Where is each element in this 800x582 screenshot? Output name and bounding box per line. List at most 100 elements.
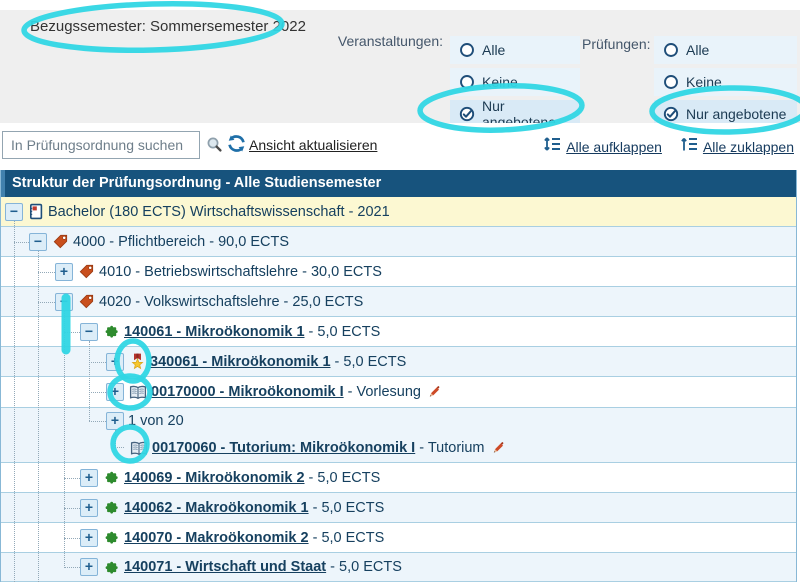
tree-node-line: +340061 - Mikroökonomik 1 - 5,0 ECTS (1, 347, 796, 376)
expand-node-button[interactable]: + (80, 499, 98, 517)
tree-node-line: −4000 - Pflichtbereich - 90,0 ECTS (1, 227, 796, 256)
tag-icon (78, 263, 95, 280)
tree-guide-line (64, 538, 80, 539)
collapse-node-button[interactable]: − (5, 203, 23, 221)
tree-row: +1 von 2000170060 - Tutorium: Mikroökono… (1, 408, 796, 463)
expand-node-button[interactable]: + (55, 263, 73, 281)
tree-node-suffix: - Tutorium (415, 440, 484, 456)
toolbar: Ansicht aktualisieren Alle aufklappen Al… (0, 123, 800, 170)
medal-icon (129, 353, 146, 371)
collapse-all-link[interactable]: Alle zuklappen (680, 136, 794, 157)
tree-node-line: +140071 - Wirtschaft und Staat - 5,0 ECT… (1, 553, 796, 581)
veranstaltungen-radio-group: AlleKeineNur angebotene (450, 36, 580, 128)
search-input[interactable] (2, 131, 200, 159)
expand-node-button[interactable]: + (80, 558, 98, 576)
tree-node-link[interactable]: 140062 - Makroökonomik 1 (124, 500, 309, 516)
collapse-node-button[interactable]: − (80, 323, 98, 341)
radio-option-keine[interactable]: Keine (450, 68, 580, 96)
expand-node-button[interactable]: + (80, 469, 98, 487)
pruefungen-radio-group: Alle Keine Nur angebotene (654, 36, 797, 128)
exam-regulation-icon (28, 203, 44, 220)
radio-checked-icon (459, 106, 475, 122)
refresh-view-link[interactable]: Ansicht aktualisieren (249, 137, 377, 153)
expand-collapse-links: Alle aufklappen Alle zuklappen (543, 136, 794, 157)
collapse-node-button[interactable]: − (55, 293, 73, 311)
puzzle-icon (103, 469, 120, 486)
expand-node-button[interactable]: + (106, 353, 124, 371)
tree-guide-line (14, 221, 15, 582)
tree-guide-line (64, 311, 65, 568)
tree-guide-line (64, 508, 80, 509)
radio-checked-icon (663, 106, 679, 122)
radio-option-label: Keine (482, 74, 518, 90)
expand-node-button[interactable]: + (106, 412, 124, 430)
radio-unchecked-icon (663, 42, 679, 58)
tree-node-label: 1 von 20 (128, 413, 184, 429)
tree-guide-line (115, 430, 116, 446)
tree-node-line: 00170060 - Tutorium: Mikroökonomik I - T… (1, 434, 796, 462)
tree-node-line: +1 von 20 (1, 408, 796, 434)
radio-option-label: Alle (686, 42, 709, 58)
expand-all-link[interactable]: Alle aufklappen (543, 136, 662, 157)
pruefungen-label: Prüfungen: (582, 36, 648, 52)
radio-unchecked-icon (663, 74, 679, 90)
expand-node-button[interactable]: + (106, 383, 124, 401)
tree-node-link[interactable]: 00170000 - Mikroökonomik I (151, 384, 344, 400)
tree-row: +4010 - Betriebswirtschaftslehre - 30,0 … (1, 257, 796, 287)
tree-node-link[interactable]: 140070 - Makroökonomik 2 (124, 530, 309, 546)
radio-option-alle[interactable]: Alle (654, 36, 797, 64)
tree-node-suffix: - 5,0 ECTS (309, 500, 385, 516)
tree-guide-line (89, 362, 106, 363)
radio-option-alle[interactable]: Alle (450, 36, 580, 64)
tree-node-link[interactable]: 140071 - Wirtschaft und Staat (124, 559, 326, 575)
tree-row: − 140061 - Mikroökonomik 1 - 5,0 ECTS (1, 317, 796, 347)
tree-guide-line (38, 272, 55, 273)
tree-panel-title: Struktur der Prüfungsordnung - Alle Stud… (1, 170, 796, 197)
top-filter-band: Bezugssemester: Sommersemester 2022 Vera… (0, 10, 800, 123)
tree-node-line: +140062 - Makroökonomik 1 - 5,0 ECTS (1, 493, 796, 522)
veranstaltungen-label: Veranstaltungen: (330, 33, 443, 49)
collapse-all-icon (680, 136, 698, 157)
tree-node-suffix: - 5,0 ECTS (331, 354, 407, 370)
tree-node-label: 4020 - Volkswirtschaftslehre - 25,0 ECTS (99, 294, 363, 310)
search-icon[interactable] (206, 136, 223, 158)
tree-row: +140071 - Wirtschaft und Staat - 5,0 ECT… (1, 553, 796, 582)
tree-node-line: +140070 - Makroökonomik 2 - 5,0 ECTS (1, 523, 796, 552)
tree-node-label: 4010 - Betriebswirtschaftslehre - 30,0 E… (99, 264, 382, 280)
tree-node-link[interactable]: 140061 - Mikroökonomik 1 (124, 324, 305, 340)
expand-all-icon (543, 136, 561, 157)
tree-node-suffix: - 5,0 ECTS (305, 324, 381, 340)
radio-option-label: Keine (686, 74, 722, 90)
tree-node-line: +00170000 - Mikroökonomik I - Vorlesung (1, 377, 796, 407)
tree-node-suffix: - 5,0 ECTS (305, 470, 381, 486)
tree-node-suffix: - 5,0 ECTS (326, 559, 402, 575)
tree-node-line: − 140061 - Mikroökonomik 1 - 5,0 ECTS (1, 317, 796, 346)
tree-node-label: Bachelor (180 ECTS) Wirtschaftswissensch… (48, 204, 390, 220)
tree-node-line: − Bachelor (180 ECTS) Wirtschaftswissensc… (1, 197, 796, 226)
refresh-icon[interactable] (226, 133, 247, 159)
tag-icon (52, 233, 69, 250)
reference-semester-label: Bezugssemester: Sommersemester 2022 (30, 18, 306, 35)
pencil-edit-icon[interactable] (426, 384, 442, 400)
expand-node-button[interactable]: + (80, 529, 98, 547)
radio-option-label: Nur angebotene (686, 106, 786, 122)
tree-guide-line (89, 421, 106, 422)
tree-guide-line (115, 447, 124, 448)
radio-option-keine[interactable]: Keine (654, 68, 797, 96)
tree-node-link[interactable]: 140069 - Mikroökonomik 2 (124, 470, 305, 486)
tree-node-link[interactable]: 340061 - Mikroökonomik 1 (150, 354, 331, 370)
tree-guide-line (89, 341, 90, 421)
puzzle-icon (103, 499, 120, 516)
tree-node-suffix: - 5,0 ECTS (309, 530, 385, 546)
puzzle-icon (103, 559, 120, 576)
collapse-node-button[interactable]: − (29, 233, 47, 251)
tree-row: +140070 - Makroökonomik 2 - 5,0 ECTS (1, 523, 796, 553)
tree-row: − 4020 - Volkswirtschaftslehre - 25,0 ECT… (1, 287, 796, 317)
puzzle-icon (103, 529, 120, 546)
tag-icon (78, 293, 95, 310)
tree-guide-line (14, 242, 29, 243)
book-icon (130, 441, 148, 456)
tree-guide-line (38, 251, 39, 582)
pencil-edit-icon[interactable] (490, 440, 506, 456)
tree-node-link[interactable]: 00170060 - Tutorium: Mikroökonomik I (152, 440, 415, 456)
